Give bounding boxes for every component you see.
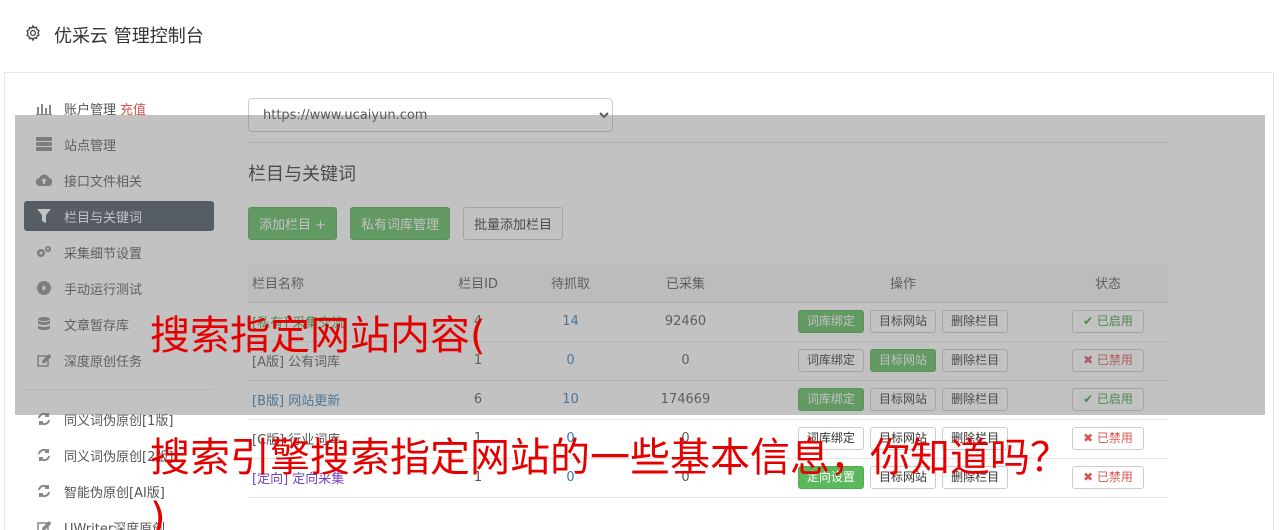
sidebar-item-label: 采集细节设置 bbox=[64, 246, 143, 262]
status-badge[interactable]: ✖ 已禁用 bbox=[1072, 349, 1144, 372]
toolbar: 添加栏目 + 私有词库管理 批量添加栏目 bbox=[248, 207, 564, 240]
add-column-button[interactable]: 添加栏目 + bbox=[248, 207, 338, 240]
col-header: 待抓取 bbox=[528, 264, 613, 303]
refresh-icon bbox=[36, 447, 52, 463]
status-badge[interactable]: ✖ 已禁用 bbox=[1072, 466, 1144, 489]
target-site-button[interactable]: 目标网站 bbox=[869, 310, 936, 333]
sidebar-item-columns-keywords[interactable]: 栏目与关键词 bbox=[24, 201, 214, 231]
sidebar-item-label: 接口文件相关 bbox=[64, 174, 143, 190]
console-title: 优采云 管理控制台 bbox=[54, 26, 204, 47]
divider bbox=[248, 142, 1168, 143]
sidebar-item-manual-run[interactable]: 手动运行测试 bbox=[24, 273, 214, 303]
pending-count-link[interactable]: 14 bbox=[562, 314, 579, 329]
table-row: [B版] 网站更新 6 10 174669 词库绑定 目标网站 删除栏目 ✔ 已… bbox=[248, 380, 1168, 420]
target-site-button[interactable]: 目标网站 bbox=[869, 349, 936, 372]
sidebar-item-collect-settings[interactable]: 采集细节设置 bbox=[24, 237, 214, 267]
main-content: https://www.ucaiyun.com 栏目与关键词 添加栏目 + 私有… bbox=[248, 98, 1168, 498]
col-header: 已采集 bbox=[613, 264, 758, 303]
bind-lib-button[interactable]: 词库绑定 bbox=[797, 388, 864, 411]
cloud-upload-icon bbox=[36, 172, 52, 188]
sidebar-divider bbox=[24, 389, 212, 390]
sidebar-item-label: 栏目与关键词 bbox=[64, 210, 143, 226]
sidebar-item-sites[interactable]: 站点管理 bbox=[24, 129, 214, 159]
edit-icon bbox=[36, 519, 52, 530]
pending-count-link[interactable]: 0 bbox=[566, 353, 574, 368]
delete-column-button[interactable]: 删除栏目 bbox=[942, 349, 1009, 372]
collected-count: 0 bbox=[613, 341, 758, 381]
sidebar-item-uwriter[interactable]: UWriter深度原创 bbox=[24, 512, 214, 530]
server-icon bbox=[36, 136, 52, 152]
cogs-icon bbox=[36, 244, 52, 260]
sidebar-item-label: 同义词伪原创[1版] bbox=[64, 413, 174, 429]
section-title: 栏目与关键词 bbox=[248, 164, 356, 185]
table-header: 栏目名称 栏目ID 待抓取 已采集 操作 状态 bbox=[248, 264, 1168, 303]
sidebar-item-account[interactable]: 账户管理 充值 bbox=[24, 93, 214, 123]
status-badge[interactable]: ✔ 已启用 bbox=[1072, 388, 1144, 411]
overlay-caption-line2: 搜索引擎搜索指定网站的一些基本信息，你知道吗？ bbox=[150, 435, 1070, 481]
bar-chart-icon bbox=[36, 100, 52, 116]
sidebar-item-label: 手动运行测试 bbox=[64, 282, 143, 298]
overlay-caption-line3: ) bbox=[150, 495, 166, 530]
delete-column-button[interactable]: 删除栏目 bbox=[942, 388, 1009, 411]
batch-add-button[interactable]: 批量添加栏目 bbox=[463, 207, 564, 240]
edit-icon bbox=[36, 352, 52, 368]
sidebar-item-synonym-v1[interactable]: 同义词伪原创[1版] bbox=[24, 404, 214, 434]
filter-icon bbox=[36, 208, 52, 224]
collected-count: 92460 bbox=[613, 302, 758, 342]
recharge-link[interactable]: 充值 bbox=[120, 99, 146, 118]
sidebar-item-label: 文章暂存库 bbox=[64, 318, 130, 334]
top-bar: 优采云 管理控制台 bbox=[4, 0, 1274, 73]
sidebar-item-label: 账户管理 bbox=[64, 102, 117, 118]
column-name-link[interactable]: [B版] 网站更新 bbox=[252, 394, 340, 409]
private-lib-button[interactable]: 私有词库管理 bbox=[350, 207, 451, 240]
sidebar-item-label: 站点管理 bbox=[64, 138, 117, 154]
status-badge[interactable]: ✔ 已启用 bbox=[1072, 310, 1144, 333]
target-site-button[interactable]: 目标网站 bbox=[869, 388, 936, 411]
column-id: 6 bbox=[428, 380, 528, 420]
col-header: 栏目ID bbox=[428, 264, 528, 303]
col-header: 操作 bbox=[758, 264, 1048, 303]
pending-count-link[interactable]: 10 bbox=[562, 392, 579, 407]
col-header: 栏目名称 bbox=[248, 264, 428, 303]
refresh-icon bbox=[36, 483, 52, 499]
status-badge[interactable]: ✖ 已禁用 bbox=[1072, 427, 1144, 450]
sidebar-item-interface-files[interactable]: 接口文件相关 bbox=[24, 165, 214, 195]
bind-lib-button[interactable]: 词库绑定 bbox=[797, 310, 864, 333]
bind-lib-button[interactable]: 词库绑定 bbox=[797, 349, 864, 372]
col-header: 状态 bbox=[1048, 264, 1168, 303]
database-icon bbox=[36, 316, 52, 332]
collected-count: 174669 bbox=[613, 380, 758, 420]
gear-icon bbox=[26, 24, 40, 42]
refresh-icon bbox=[36, 411, 52, 427]
site-select[interactable]: https://www.ucaiyun.com bbox=[248, 98, 613, 132]
sidebar-item-label: 深度原创任务 bbox=[64, 354, 143, 370]
overlay-caption-line1: 搜索指定网站内容( bbox=[150, 313, 486, 359]
play-circle-icon bbox=[36, 280, 52, 296]
delete-column-button[interactable]: 删除栏目 bbox=[942, 310, 1009, 333]
